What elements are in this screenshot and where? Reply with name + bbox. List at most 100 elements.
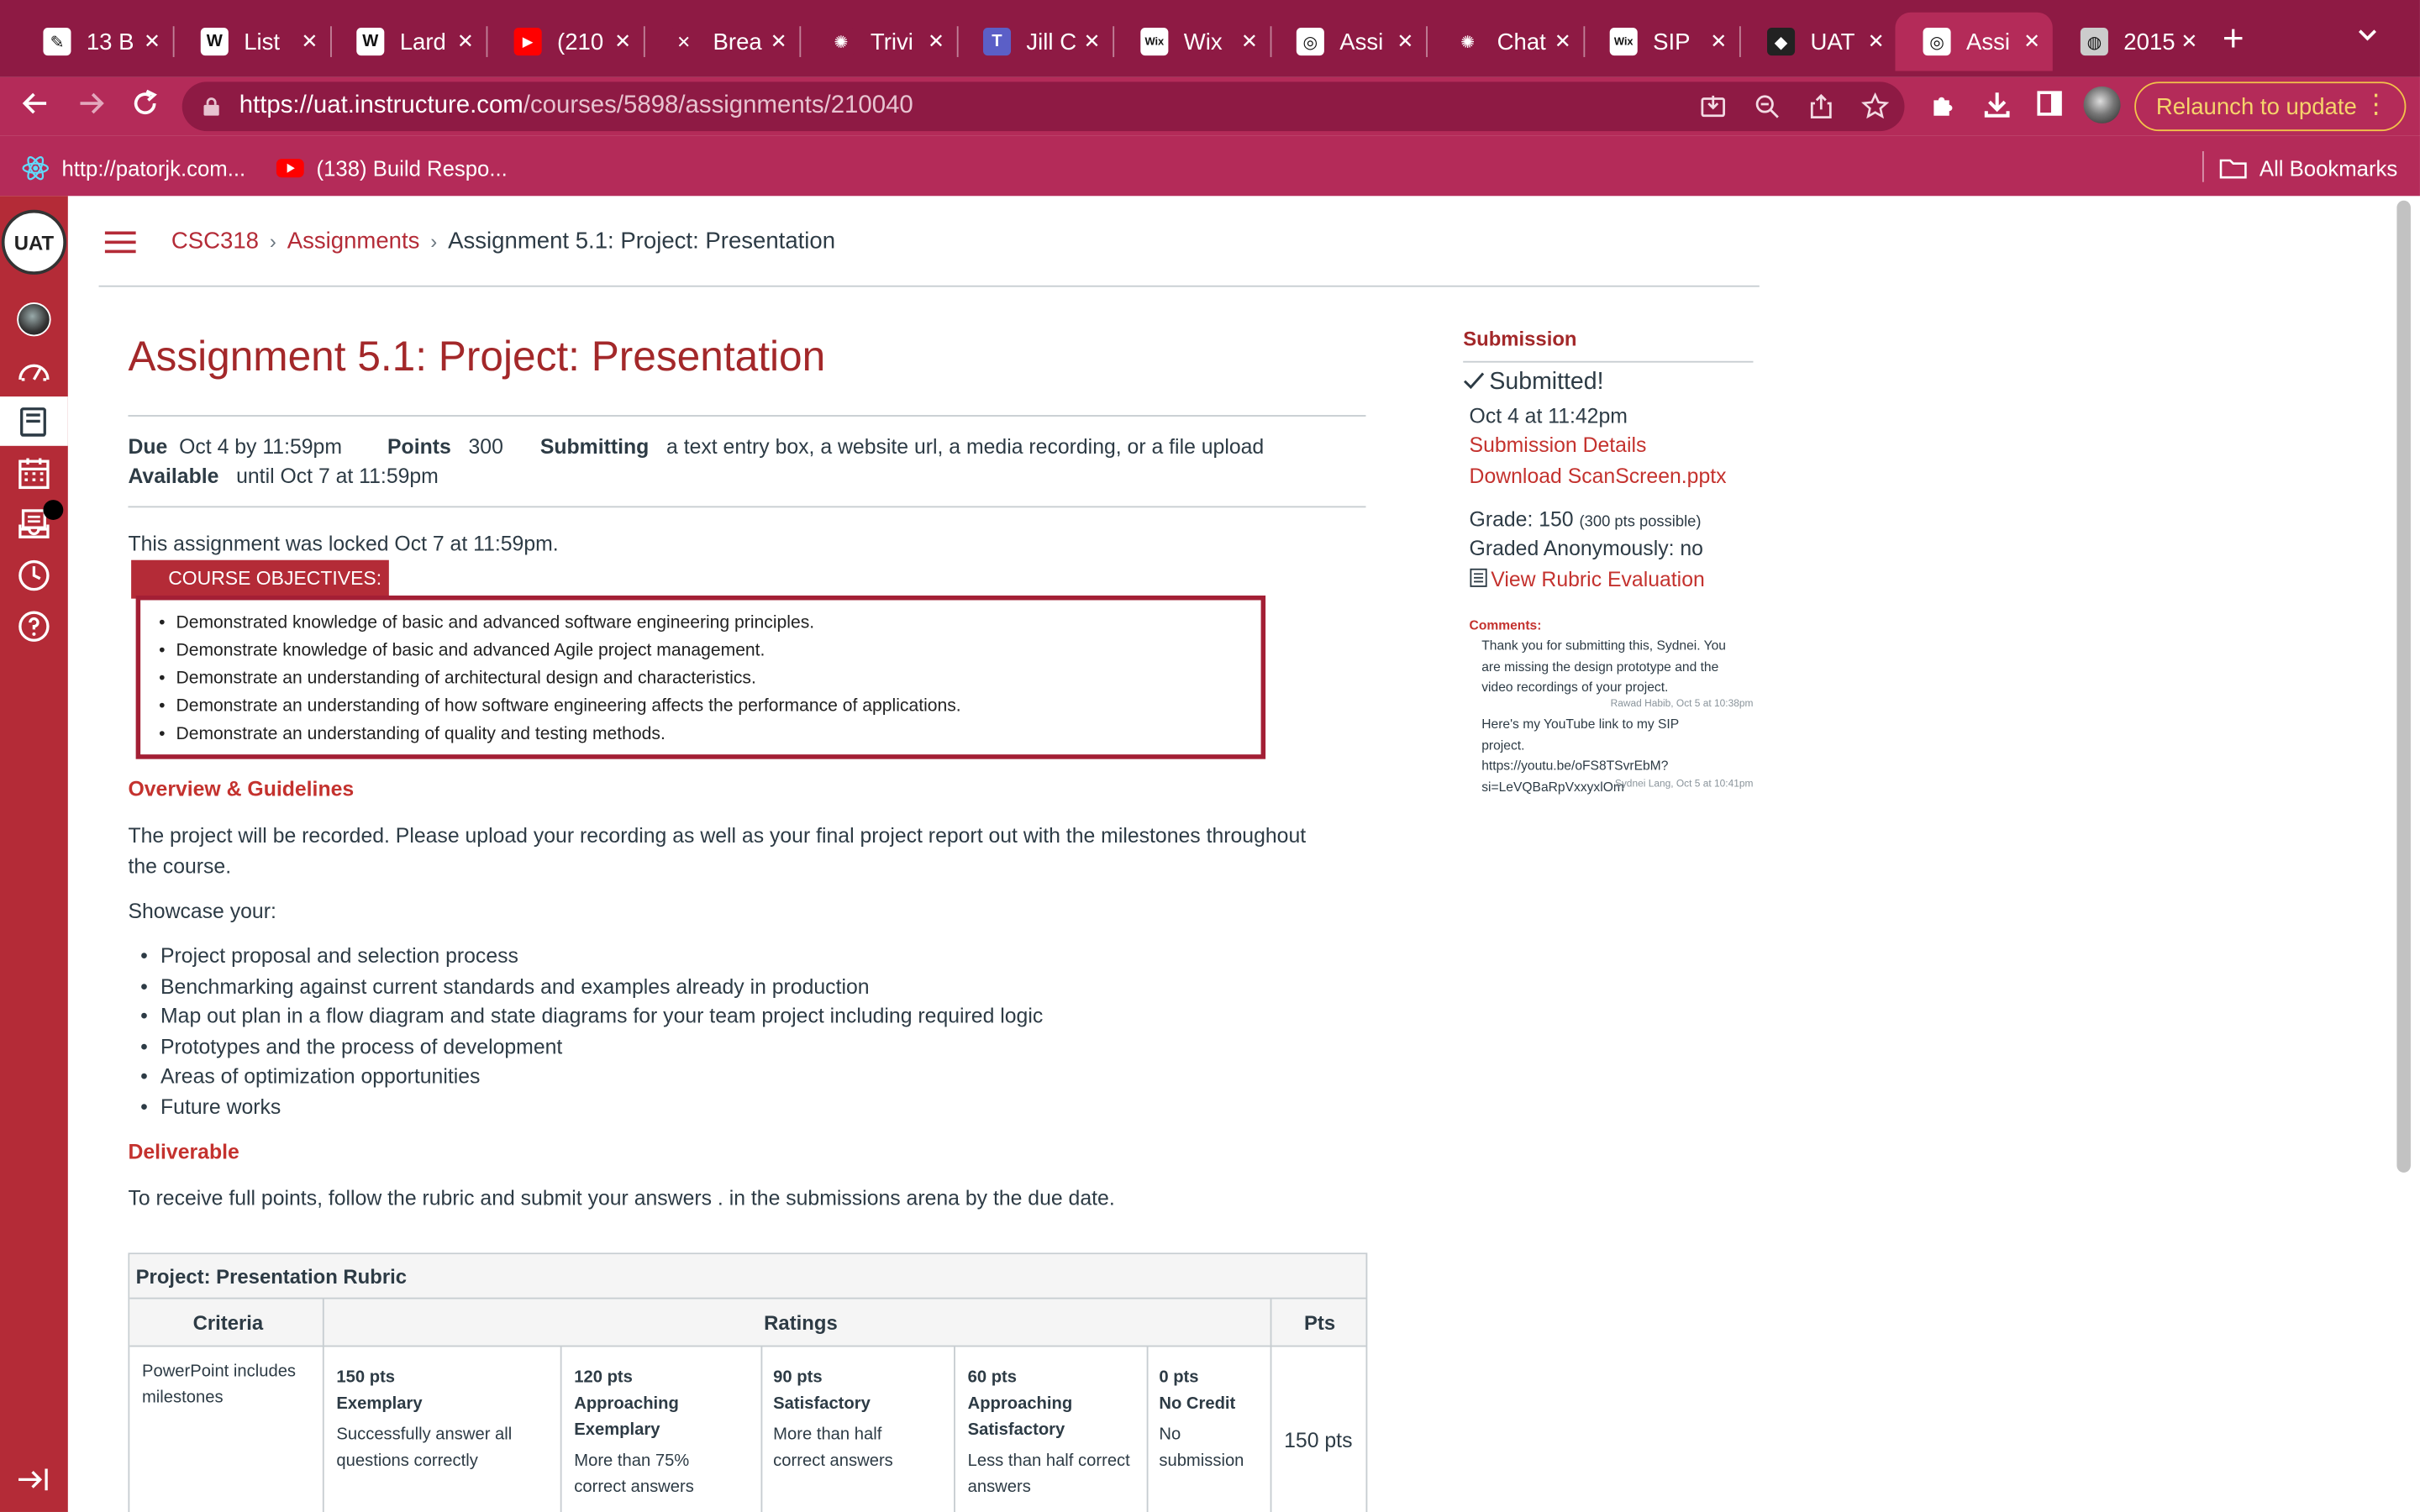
- browser-tab[interactable]: ✎ 13 B ✕: [15, 13, 172, 71]
- browser-tab[interactable]: ▶ (210 ✕: [487, 13, 644, 71]
- breadcrumb-assignments[interactable]: Assignments: [287, 228, 420, 255]
- comment-meta: Sydnei Lang, Oct 5 at 10:41pm: [1614, 779, 1754, 790]
- rubric-title: Project: Presentation Rubric: [129, 1254, 1366, 1299]
- new-tab-button[interactable]: +: [2223, 18, 2244, 61]
- downloads-icon[interactable]: [1981, 90, 2012, 129]
- history-icon[interactable]: [15, 557, 52, 594]
- folder-icon: [2219, 155, 2247, 182]
- overview-text: The project will be recorded. Please upl…: [128, 823, 1307, 879]
- close-tab-icon[interactable]: ✕: [457, 29, 474, 54]
- browser-tab[interactable]: ◆ UAT ✕: [1739, 13, 1897, 71]
- comments-label: Comments:: [1469, 617, 1542, 633]
- browser-tab-strip: ✎ 13 B ✕ W List ✕ W Lard ✕ ▶ (210 ✕ ✕ Brea ✕ ✺ Trivi ✕ T Ji…: [0, 0, 2420, 77]
- help-icon[interactable]: [15, 608, 52, 645]
- zoom-icon[interactable]: [1753, 92, 1781, 128]
- tab-search-chevron-icon[interactable]: [2357, 24, 2379, 48]
- browser-tab[interactable]: T Jill C ✕: [955, 13, 1113, 71]
- rubric-col-pts: Pts: [1304, 1311, 1336, 1335]
- list-item: Future works: [128, 1092, 1043, 1122]
- bookmark-youtube[interactable]: (138) Build Respo...: [276, 155, 508, 182]
- forward-icon[interactable]: [72, 88, 109, 129]
- comment-text: Thank you for submitting this, Sydnei. Y…: [1481, 637, 1726, 695]
- close-tab-icon[interactable]: ✕: [144, 29, 160, 54]
- close-tab-icon[interactable]: ✕: [1710, 29, 1727, 54]
- back-icon[interactable]: [17, 88, 54, 129]
- bookmark-star-icon[interactable]: [1860, 92, 1890, 128]
- rubric-rating: 120 pts Approaching Exemplary More than …: [574, 1368, 694, 1497]
- page-scrollbar[interactable]: [2396, 200, 2411, 1173]
- submission-types: Submitting a text entry box, a website u…: [539, 434, 1265, 459]
- list-item: Map out plan in a flow diagram and state…: [128, 1001, 1043, 1032]
- browser-tab[interactable]: ✺ Chat ✕: [1426, 13, 1583, 71]
- rubric-icon: [1470, 568, 1488, 592]
- browser-tab[interactable]: Wix SIP ✕: [1582, 13, 1739, 71]
- close-tab-icon[interactable]: ✕: [928, 29, 944, 54]
- react-icon: [22, 155, 50, 182]
- tab-title: Trivi: [870, 28, 913, 55]
- install-app-icon[interactable]: [1699, 92, 1727, 128]
- close-tab-icon[interactable]: ✕: [1397, 29, 1413, 54]
- close-tab-icon[interactable]: ✕: [2181, 29, 2197, 54]
- account-avatar[interactable]: [17, 302, 51, 337]
- all-bookmarks-button[interactable]: All Bookmarks: [2219, 155, 2397, 182]
- tab-title: (210: [557, 28, 604, 55]
- availability: Available until Oct 7 at 11:59pm: [128, 464, 439, 488]
- bookmark-patorjk[interactable]: http://patorjk.com...: [22, 155, 245, 182]
- close-tab-icon[interactable]: ✕: [1084, 29, 1101, 54]
- breadcrumb-course[interactable]: CSC318: [171, 228, 259, 255]
- grade: Grade: 150 (300 pts possible): [1469, 507, 1702, 531]
- submission-details-link[interactable]: Submission Details: [1470, 433, 1647, 457]
- browser-tab[interactable]: ✕ Brea ✕: [642, 13, 799, 71]
- extensions-icon[interactable]: [1928, 90, 1959, 129]
- close-tab-icon[interactable]: ✕: [614, 29, 631, 54]
- table-row: PowerPoint includes milestones 150 pts E…: [129, 1347, 1365, 1512]
- share-icon[interactable]: [1807, 92, 1835, 128]
- side-panel-icon[interactable]: [2036, 90, 2064, 125]
- calendar-icon[interactable]: [15, 455, 52, 492]
- close-tab-icon[interactable]: ✕: [2023, 29, 2040, 54]
- dashboard-icon[interactable]: [15, 354, 52, 391]
- relaunch-button[interactable]: Relaunch to update ⋮: [2134, 81, 2407, 132]
- list-item: Benchmarking against current standards a…: [128, 971, 1043, 1001]
- close-tab-icon[interactable]: ✕: [771, 29, 787, 54]
- browser-tab[interactable]: ◎ Assi ✕: [1269, 13, 1426, 71]
- youtube-icon: [276, 155, 304, 182]
- view-rubric-link[interactable]: View Rubric Evaluation: [1470, 568, 1705, 592]
- breadcrumb-separator-icon: ›: [430, 229, 438, 254]
- tab-title: Wix: [1183, 28, 1223, 55]
- objective-item: Demonstrate an understanding of how soft…: [159, 693, 1260, 721]
- bookmarks-bar: http://patorjk.com... (138) Build Respo.…: [0, 135, 2420, 197]
- profile-avatar[interactable]: [2083, 86, 2121, 123]
- more-menu-icon[interactable]: ⋮: [2363, 90, 2389, 121]
- tab-title: Brea: [713, 28, 762, 55]
- collapse-nav-icon[interactable]: [15, 1461, 52, 1498]
- close-tab-icon[interactable]: ✕: [1868, 29, 1885, 54]
- comment-meta: Rawad Habib, Oct 5 at 10:38pm: [1610, 699, 1754, 710]
- course-menu-toggle-icon[interactable]: [104, 231, 136, 254]
- reload-icon[interactable]: [127, 88, 164, 129]
- browser-tab[interactable]: ✺ Trivi ✕: [799, 13, 956, 71]
- address-bar[interactable]: https://uat.instructure.com/courses/5898…: [182, 81, 1905, 132]
- submission-divider: [1463, 360, 1754, 363]
- title-divider: [128, 415, 1366, 417]
- browser-tab[interactable]: ◍ 2015 ✕: [2053, 13, 2210, 71]
- tab-title: Assi: [1339, 28, 1384, 55]
- browser-tab[interactable]: W List ✕: [173, 13, 330, 71]
- close-tab-icon[interactable]: ✕: [1241, 29, 1258, 54]
- browser-tab[interactable]: ◎ Assi ✕: [1895, 12, 2053, 71]
- uat-icon: ◎: [1296, 28, 1324, 56]
- uat-logo[interactable]: UAT: [1, 209, 66, 275]
- browser-tab[interactable]: Wix Wix ✕: [1113, 13, 1270, 71]
- close-tab-icon[interactable]: ✕: [1555, 29, 1571, 54]
- courses-active-icon[interactable]: [15, 404, 52, 449]
- teams-icon: T: [982, 28, 1012, 56]
- tab-title: Lard: [399, 28, 446, 55]
- quill-icon: ✎: [43, 28, 71, 56]
- browser-tab[interactable]: W Lard ✕: [329, 13, 486, 71]
- tab-title: SIP: [1653, 28, 1691, 55]
- chatgpt-icon: ✺: [1454, 28, 1482, 56]
- objective-item: Demonstrate knowledge of basic and advan…: [159, 638, 1260, 665]
- close-tab-icon[interactable]: ✕: [301, 29, 318, 54]
- download-submission-link[interactable]: Download ScanScreen.pptx: [1470, 465, 1727, 488]
- submission-date: Oct 4 at 11:42pm: [1469, 404, 1628, 428]
